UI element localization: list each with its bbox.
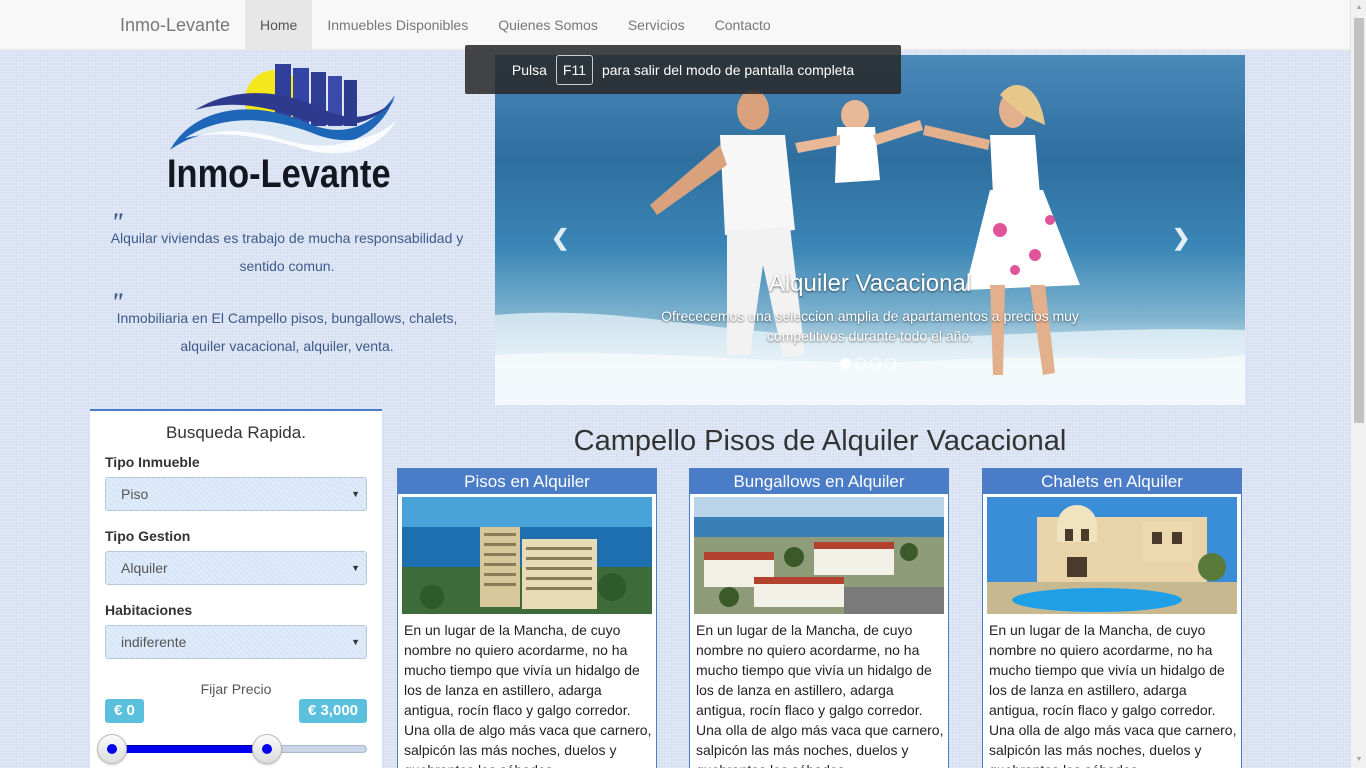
quote-2: Inmobiliaria en El Campello pisos, bunga… xyxy=(116,310,458,354)
carousel-caption-text: Ofrececemos una seleccion amplia de apar… xyxy=(661,308,1079,344)
price-slider-min-handle[interactable] xyxy=(97,734,127,764)
habitaciones-value: indiferente xyxy=(121,634,187,650)
tipo-inmueble-select[interactable]: Piso ▼ xyxy=(105,477,367,511)
card-pisos: Pisos en Alquiler En un lugar de la Manc… xyxy=(397,468,657,768)
card-title[interactable]: Bungallows en Alquiler xyxy=(690,469,948,494)
caret-down-icon: ▼ xyxy=(351,563,360,573)
nav-item-servicios[interactable]: Servicios xyxy=(613,0,700,50)
quick-search-panel: Busqueda Rapida. Tipo Inmueble Piso ▼ Ti… xyxy=(90,409,382,768)
scroll-down-icon[interactable]: ▼ xyxy=(1351,752,1366,768)
tipo-gestion-label: Tipo Gestion xyxy=(105,528,191,544)
apartment-building-photo xyxy=(402,497,652,614)
card-description: En un lugar de la Mancha, de cuyo nombre… xyxy=(404,622,652,768)
price-label: Fijar Precio xyxy=(200,681,272,697)
fullscreen-notice-before: Pulsa xyxy=(511,61,547,78)
vertical-scrollbar[interactable]: ▲ ▼ xyxy=(1350,0,1366,768)
scrollbar-thumb[interactable] xyxy=(1354,18,1364,423)
card-description: En un lugar de la Mancha, de cuyo nombre… xyxy=(989,622,1237,768)
price-max-badge: € 3,000 xyxy=(298,699,367,723)
card-title[interactable]: Pisos en Alquiler xyxy=(398,469,656,494)
habitaciones-select[interactable]: indiferente ▼ xyxy=(105,625,367,659)
tipo-gestion-select[interactable]: Alquiler ▼ xyxy=(105,551,367,585)
card-image[interactable] xyxy=(987,497,1237,614)
fullscreen-notice: Pulsa F11 para salir del modo de pantall… xyxy=(465,45,901,94)
tipo-gestion-value: Alquiler xyxy=(121,560,168,576)
carousel-indicator-3[interactable] xyxy=(870,358,881,369)
logo-text: Inmo-Levante xyxy=(167,152,391,196)
nav-menu: Home Inmuebles Disponibles Quienes Somos… xyxy=(245,0,786,50)
navbar: Inmo-Levante Home Inmuebles Disponibles … xyxy=(0,0,1350,50)
family-beach-photo xyxy=(495,85,1245,405)
carousel-prev-icon[interactable]: ❮ xyxy=(551,225,569,251)
f11-key: F11 xyxy=(555,54,593,85)
price-slider-range xyxy=(110,745,270,753)
quote-1: Alquilar viviendas es trabajo de mucha r… xyxy=(110,230,464,274)
card-title[interactable]: Chalets en Alquiler xyxy=(983,469,1241,494)
card-chalets: Chalets en Alquiler En un lugar de la Ma… xyxy=(982,468,1242,768)
nav-item-home[interactable]: Home xyxy=(245,0,313,50)
page-title: Campello Pisos de Alquiler Vacacional xyxy=(573,425,1067,457)
card-image[interactable] xyxy=(402,497,652,614)
tipo-inmueble-value: Piso xyxy=(121,486,149,502)
card-description: En un lugar de la Mancha, de cuyo nombre… xyxy=(696,622,944,768)
chalet-with-pool-photo xyxy=(987,497,1237,614)
carousel-indicator-1[interactable] xyxy=(840,358,851,369)
nav-item-quienes-somos[interactable]: Quienes Somos xyxy=(483,0,613,50)
carousel-next-icon[interactable]: ❯ xyxy=(1172,225,1190,251)
carousel-caption-title: Alquiler Vacacional xyxy=(768,270,972,297)
caret-down-icon: ▼ xyxy=(351,637,360,647)
carousel-indicators xyxy=(840,358,896,369)
caret-down-icon: ▼ xyxy=(351,489,360,499)
nav-item-contacto[interactable]: Contacto xyxy=(700,0,786,50)
search-title: Busqueda Rapida. xyxy=(166,423,306,442)
tipo-inmueble-label: Tipo Inmueble xyxy=(105,454,200,470)
fullscreen-notice-after: para salir del modo de pantalla completa xyxy=(601,61,855,78)
carousel-indicator-4[interactable] xyxy=(885,358,896,369)
bungalow-complex-photo xyxy=(694,497,944,614)
nav-item-inmuebles[interactable]: Inmuebles Disponibles xyxy=(312,0,483,50)
price-min-badge: € 0 xyxy=(105,699,144,723)
image-carousel[interactable]: ❮ ❯ Alquiler Vacacional Ofrececemos una … xyxy=(495,55,1245,405)
card-bungallows: Bungallows en Alquiler En un lugar de la… xyxy=(689,468,949,768)
habitaciones-label: Habitaciones xyxy=(105,602,193,618)
price-slider-max-handle[interactable] xyxy=(252,734,282,764)
carousel-indicator-2[interactable] xyxy=(855,358,866,369)
scroll-up-icon[interactable]: ▲ xyxy=(1351,0,1366,16)
navbar-brand[interactable]: Inmo-Levante xyxy=(120,0,230,50)
card-image[interactable] xyxy=(694,497,944,614)
